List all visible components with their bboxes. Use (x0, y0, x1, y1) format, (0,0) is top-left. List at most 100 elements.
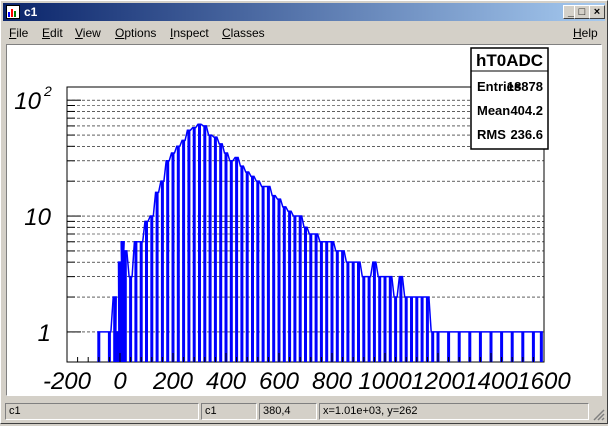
histogram-bin[interactable] (346, 262, 350, 362)
menu-view[interactable]: View (75, 26, 101, 40)
histogram-bin[interactable] (341, 250, 345, 362)
histogram-bin[interactable] (134, 241, 138, 362)
menu-edit-label: dit (50, 26, 63, 40)
menu-file[interactable]: File (9, 26, 28, 40)
histogram-bin[interactable] (288, 211, 292, 362)
histogram-bin[interactable] (272, 195, 276, 362)
histogram-bin[interactable] (266, 186, 270, 362)
histogram-bin[interactable] (431, 331, 435, 362)
histogram-bin[interactable] (145, 221, 148, 362)
stats-rms-label: RMS (477, 127, 506, 142)
histogram-bin[interactable] (304, 227, 307, 362)
status-object: c1 (5, 403, 199, 420)
maximize-button[interactable]: □ (574, 5, 590, 19)
stats-box[interactable]: hT0ADC Entries 18878 Mean 404.2 RMS 236.… (470, 47, 549, 150)
histogram-bin[interactable] (150, 216, 154, 362)
histogram-bin[interactable] (357, 262, 360, 362)
histogram-bin[interactable] (388, 276, 392, 362)
x-tick-label: 1200 (411, 368, 465, 395)
histogram-bin[interactable] (166, 160, 170, 362)
root-canvas[interactable]: -200 0 200 400 600 800 1000 1200 1400 1600 1 10 10 2 … (6, 44, 602, 396)
menu-inspect[interactable]: Inspect (170, 26, 209, 40)
menu-view-label: iew (82, 26, 101, 40)
histogram-bin[interactable] (176, 146, 180, 362)
histogram-bin[interactable] (404, 297, 408, 362)
status-pixel: 380,4 (259, 403, 317, 420)
histogram-bin[interactable] (293, 216, 297, 362)
histogram-bin[interactable] (314, 234, 318, 362)
histogram-bin[interactable] (208, 135, 212, 362)
histogram-bin[interactable] (399, 276, 403, 362)
histogram-bin[interactable] (229, 160, 233, 362)
histogram-bin[interactable] (309, 234, 313, 362)
x-tick-label: 400 (206, 368, 247, 395)
histogram-bin[interactable] (351, 262, 355, 362)
histogram-bin[interactable] (277, 199, 281, 362)
histogram-bin[interactable] (245, 172, 249, 362)
histogram-bin[interactable] (213, 137, 217, 362)
y-tick-label: 10 (24, 204, 51, 231)
histogram-bin[interactable] (240, 166, 244, 362)
histogram-bin[interactable] (129, 276, 133, 362)
x-tick-label: 800 (312, 368, 353, 395)
x-tick-label: 0 (113, 368, 127, 395)
stats-mean-value: 404.2 (510, 103, 543, 118)
histogram-bin[interactable] (383, 276, 387, 362)
x-tick-label: 600 (259, 368, 300, 395)
histogram-bin[interactable] (394, 297, 398, 362)
menu-classes[interactable]: Classes (222, 26, 265, 40)
histogram-bin[interactable] (539, 331, 543, 362)
menu-options-accel: O (115, 26, 125, 40)
histogram-bin[interactable] (325, 241, 329, 362)
histogram-bin[interactable] (367, 276, 371, 362)
menu-bar: File Edit View Options Inspect Classes H… (3, 23, 605, 43)
histogram-bin[interactable] (155, 192, 159, 362)
histogram-bin[interactable] (298, 216, 302, 362)
menu-edit-accel: E (42, 26, 51, 40)
menu-inspect-label: nspect (173, 26, 209, 40)
close-button[interactable]: × (589, 5, 605, 19)
histogram-bin[interactable] (378, 276, 382, 362)
histogram-bin[interactable] (203, 125, 207, 362)
histogram-bin[interactable] (123, 250, 127, 362)
resize-grip-icon[interactable] (591, 407, 605, 421)
histogram-bin[interactable] (171, 153, 175, 362)
histogram-bin[interactable] (192, 127, 196, 362)
histogram-plot[interactable]: -200 0 200 400 600 800 1000 1200 1400 160011010 2 … (7, 45, 601, 395)
histogram-bin[interactable] (160, 181, 164, 362)
histogram-bin[interactable] (362, 276, 366, 362)
menu-options[interactable]: Options (115, 26, 156, 40)
histogram-bin[interactable] (139, 241, 143, 362)
histogram-bin[interactable] (198, 124, 201, 362)
histogram-bin[interactable] (187, 130, 191, 362)
menu-help-accel: H (573, 26, 582, 40)
menu-classes-accel: C (222, 26, 231, 40)
histogram-bin[interactable] (261, 186, 265, 362)
menu-help[interactable]: Help (573, 26, 598, 40)
histogram-bin[interactable] (224, 153, 228, 362)
title-bar[interactable]: c1 _ □ × (3, 3, 605, 21)
x-tick-label: 1600 (517, 368, 571, 395)
histogram-bin[interactable] (282, 206, 286, 362)
x-tick-label: 1400 (464, 368, 518, 395)
histogram-bin[interactable] (335, 250, 339, 362)
histogram-bin[interactable] (219, 143, 223, 362)
histogram-bin[interactable] (115, 331, 119, 362)
histogram-bin[interactable] (425, 297, 429, 362)
histogram-bin[interactable] (235, 157, 239, 362)
y-tick-label: 1 (38, 320, 51, 347)
histogram-bin[interactable] (410, 297, 413, 362)
root-canvas-icon[interactable] (6, 5, 20, 19)
histogram-bin[interactable] (415, 297, 419, 362)
histogram-bin[interactable] (251, 176, 254, 362)
menu-edit[interactable]: Edit (42, 26, 63, 40)
histogram-bin[interactable] (182, 140, 186, 362)
status-canvas: c1 (201, 403, 257, 420)
stats-title: hT0ADC (476, 51, 543, 70)
histogram-bin[interactable] (330, 241, 334, 362)
histogram-bin[interactable] (420, 297, 424, 362)
histogram-bin[interactable] (319, 241, 323, 362)
histogram-bin[interactable] (372, 262, 376, 362)
y-tick-label-exponent: 2 (43, 83, 52, 99)
histogram-bin[interactable] (256, 181, 260, 362)
